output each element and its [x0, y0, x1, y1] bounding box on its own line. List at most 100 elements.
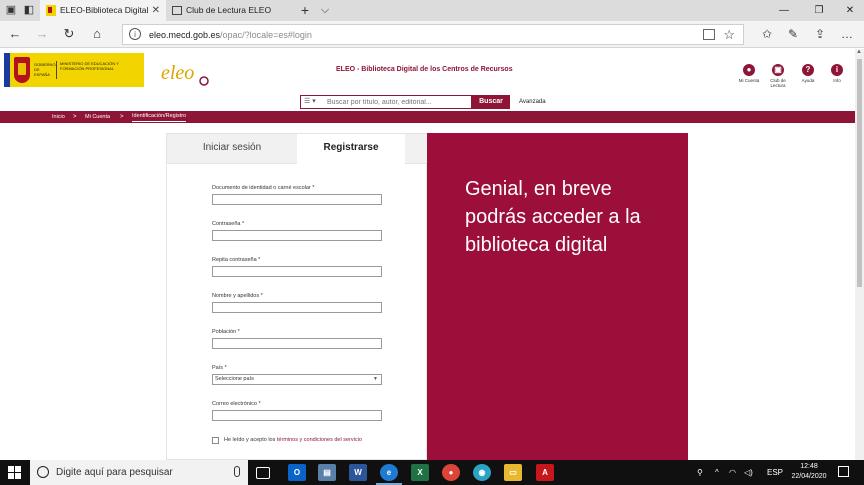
terms-checkbox[interactable] [212, 437, 219, 444]
word-icon[interactable]: W [349, 464, 367, 481]
excel-icon[interactable]: X [411, 464, 429, 481]
scroll-up-icon[interactable]: ▲ [856, 49, 862, 55]
volume-icon[interactable]: ◁) [744, 460, 753, 485]
site-info-icon[interactable]: i [129, 28, 141, 40]
header-icon-label: Info [833, 78, 841, 83]
eleo-logo-text: eleo [161, 62, 194, 84]
eleo-logo[interactable]: eleo [160, 53, 216, 89]
forward-arrow-icon[interactable]: → [32, 25, 52, 43]
registration-panel: Iniciar sesión Registrarse Documento de … [166, 133, 427, 460]
wifi-icon[interactable]: ◠ [729, 460, 736, 485]
info-link[interactable]: i Info [822, 64, 852, 83]
scrollbar-thumb[interactable] [857, 59, 862, 287]
my-account-link[interactable]: ● Mi Cuenta [734, 64, 764, 83]
club-icon: ▣ [772, 64, 784, 76]
new-tab-button[interactable]: + [298, 3, 312, 17]
language-indicator[interactable]: ESP [767, 460, 783, 485]
email-field: Correo electrónico * [212, 401, 382, 421]
breadcrumb-current: Identificación/Registro [132, 111, 187, 122]
home-icon[interactable]: ⌂ [87, 25, 107, 43]
browser-tab-club[interactable]: Club de Lectura ELEO [166, 0, 292, 21]
chrome-icon[interactable]: ● [442, 464, 460, 481]
favorites-hub-icon[interactable]: ✩ [756, 25, 778, 43]
favorite-star-icon[interactable]: ☆ [723, 25, 735, 45]
restore-button[interactable]: ❐ [803, 0, 835, 21]
site-title[interactable]: ELEO - Biblioteca Digital de los Centros… [336, 66, 513, 73]
back-arrow-icon[interactable]: ← [5, 25, 25, 43]
page-favicon-icon [172, 6, 182, 15]
clock-time: 12:48 [800, 463, 818, 470]
refresh-icon[interactable]: ↻ [59, 25, 79, 43]
id-document-input[interactable] [212, 194, 382, 205]
browser-tab-eleo[interactable]: ELEO-Biblioteca Digital ✕ [40, 0, 166, 21]
reading-club-link[interactable]: ▣ Club de Lectura [763, 64, 793, 88]
header-icon-label: Mi Cuenta [738, 78, 760, 83]
notifications-icon[interactable] [838, 466, 849, 477]
taskbar-search-box[interactable]: Digite aquí para pesquisar [30, 460, 248, 485]
field-label: Correo electrónico * [212, 401, 261, 407]
people-icon[interactable]: ⚲ [697, 460, 703, 485]
file-explorer-icon[interactable]: ▭ [504, 464, 522, 481]
city-field: Población * [212, 329, 382, 349]
search-input[interactable] [327, 96, 471, 108]
url-text[interactable]: eleo.mecd.gob.es/opac/?locale=es#login [149, 25, 312, 45]
repeat-password-input[interactable] [212, 266, 382, 277]
government-text: GOBIERNO DE ESPAÑA [34, 62, 56, 77]
city-input[interactable] [212, 338, 382, 349]
coat-of-arms-icon [14, 57, 30, 83]
repeat-password-field: Repita contraseña * [212, 257, 382, 277]
url-field[interactable]: i eleo.mecd.gob.es/opac/?locale=es#login… [122, 24, 744, 45]
tab-label: ELEO-Biblioteca Digital [60, 5, 149, 15]
more-menu-icon[interactable]: … [836, 25, 858, 43]
close-window-button[interactable]: ✕ [834, 0, 864, 21]
advanced-search-link[interactable]: Avanzada [519, 95, 546, 109]
media-player-icon[interactable]: ◉ [473, 464, 491, 481]
government-logo[interactable]: GOBIERNO DE ESPAÑA MINISTERIO DE EDUCACI… [4, 53, 144, 87]
country-select[interactable]: Seleccione país ▼ [212, 374, 382, 385]
taskbar-search-text: Digite aquí para pesquisar [56, 467, 173, 478]
edge-browser-icon[interactable]: e [376, 464, 402, 485]
info-icon: i [831, 64, 843, 76]
pen-notes-icon[interactable]: ✎ [782, 25, 804, 43]
tab-register[interactable]: Registrarse [297, 134, 405, 164]
window-menu-icon[interactable]: ▣ [4, 3, 18, 17]
field-label: Documento de identidad o carné escolar * [212, 185, 315, 191]
page-scrollbar[interactable]: ▲ [855, 49, 864, 460]
password-input[interactable] [212, 230, 382, 241]
breadcrumb-my-account[interactable]: Mi Cuenta [85, 111, 110, 123]
full-name-input[interactable] [212, 302, 382, 313]
breadcrumb-home[interactable]: Inicio [52, 111, 65, 123]
tab-actions-icon[interactable]: ◧ [22, 3, 36, 17]
help-link[interactable]: ? Ayuda [793, 64, 823, 83]
reading-view-icon[interactable] [703, 29, 715, 40]
field-label: Contraseña * [212, 221, 245, 227]
promo-text: Genial, en breve podrás acceder a la bib… [465, 178, 641, 256]
terms-link[interactable]: términos y condiciones del servicio [277, 437, 362, 443]
close-tab-icon[interactable]: ✕ [152, 0, 160, 21]
search-row: ☰ ▾ Buscar Avanzada [0, 93, 850, 111]
help-icon: ? [802, 64, 814, 76]
full-name-field: Nombre y apellidos * [212, 293, 382, 313]
tab-login[interactable]: Iniciar sesión [167, 134, 297, 164]
terms-prefix: He leído y acepto los [224, 437, 276, 443]
task-view-icon[interactable] [256, 467, 270, 479]
share-icon[interactable]: ⇪ [809, 25, 831, 43]
eleo-favicon-icon [46, 5, 56, 16]
auth-tabs: Iniciar sesión Registrarse [167, 134, 427, 164]
tab-list-chevron-icon[interactable]: ⌵ [318, 3, 332, 17]
windows-start-icon[interactable] [8, 466, 21, 479]
search-box: ☰ ▾ [300, 95, 472, 109]
minimize-button[interactable]: — [768, 0, 800, 21]
network-computer-icon[interactable]: ▤ [318, 464, 336, 481]
country-field: País * Seleccione país ▼ [212, 365, 382, 385]
tray-expand-icon[interactable]: ^ [715, 460, 719, 485]
eu-flag-band [4, 53, 10, 87]
pdf-reader-icon[interactable]: A [536, 464, 554, 481]
search-button[interactable]: Buscar [472, 95, 510, 109]
outlook-icon[interactable]: O [288, 464, 306, 481]
microphone-icon[interactable] [234, 466, 240, 477]
email-input[interactable] [212, 410, 382, 421]
taskbar-clock[interactable]: 12:48 22/04/2020 [789, 462, 829, 482]
search-type-dropdown[interactable]: ☰ ▾ [304, 96, 316, 108]
tab-label: Club de Lectura ELEO [186, 5, 272, 15]
